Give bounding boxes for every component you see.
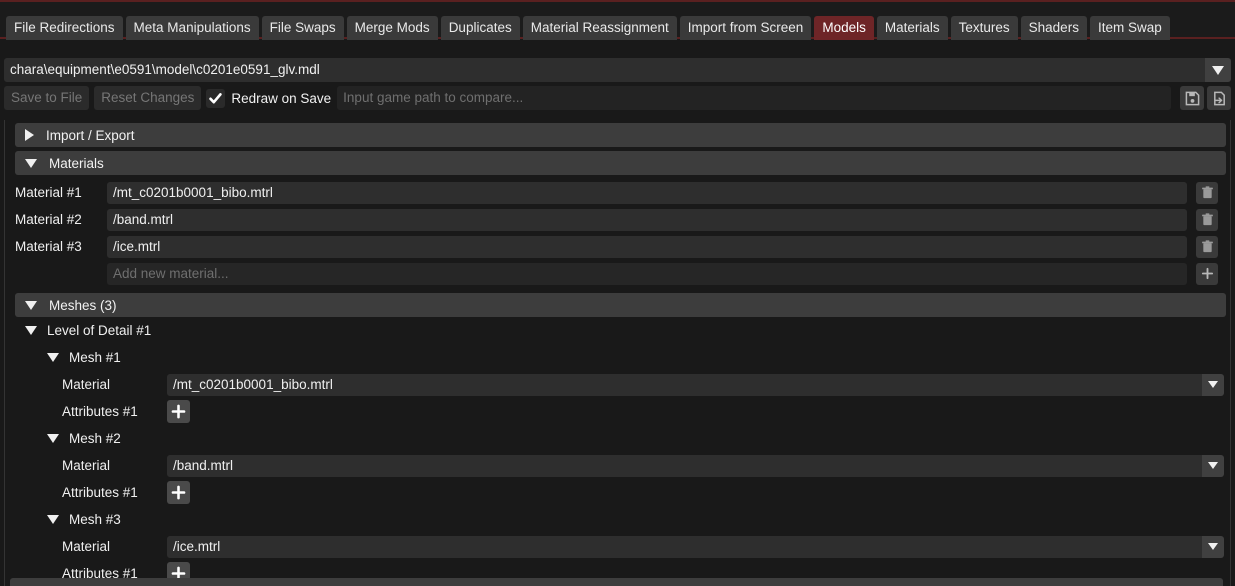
tab-material-reassignment[interactable]: Material Reassignment — [522, 16, 677, 40]
trash-icon — [1201, 213, 1213, 226]
material-delete-button[interactable] — [1196, 235, 1218, 258]
tree-node-mesh[interactable]: Mesh #3 — [5, 506, 1230, 533]
tab-meta-manipulations[interactable]: Meta Manipulations — [125, 16, 259, 40]
chevron-down-icon — [1212, 65, 1224, 75]
mesh-label: Mesh #2 — [69, 431, 121, 446]
add-material-input[interactable]: Add new material... — [107, 262, 1187, 285]
chevron-down-icon — [25, 326, 37, 335]
plus-icon — [171, 404, 186, 419]
chevron-down-glyph — [1208, 543, 1218, 550]
path-dropdown-button[interactable] — [1205, 58, 1231, 82]
tab-import-from-screen[interactable]: Import from Screen — [679, 16, 812, 40]
reset-changes-button[interactable]: Reset Changes — [94, 86, 202, 110]
chevron-down-icon — [25, 300, 37, 310]
tab-textures[interactable]: Textures — [950, 16, 1018, 40]
tab-models[interactable]: Models — [814, 16, 874, 40]
redraw-on-save-label: Redraw on Save — [231, 90, 332, 106]
next-section-header-partial[interactable] — [10, 578, 1223, 586]
chevron-down-icon[interactable] — [1202, 373, 1224, 396]
mesh-attributes-label: Attributes #1 — [62, 404, 138, 419]
chevron-down-glyph — [1208, 462, 1218, 469]
chevron-down-icon[interactable] — [1202, 454, 1224, 477]
material-path-input[interactable]: /ice.mtrl — [107, 235, 1187, 258]
section-label-meshes: Meshes (3) — [49, 297, 117, 313]
plus-icon — [171, 485, 186, 500]
mesh-material-label: Material — [62, 377, 111, 392]
add-attribute-button[interactable] — [167, 481, 190, 504]
section-label-materials: Materials — [49, 155, 104, 171]
chevron-down-glyph — [1208, 381, 1218, 388]
section-header-import-export[interactable]: Import / Export — [15, 123, 1226, 147]
check-icon — [209, 92, 223, 103]
section-header-meshes[interactable]: Meshes (3) — [15, 293, 1226, 317]
plus-icon — [1201, 267, 1213, 280]
material-path-input[interactable]: /mt_c0201b0001_bibo.mtrl — [107, 181, 1187, 204]
material-path-input[interactable]: /band.mtrl — [107, 208, 1187, 231]
mesh-material-label: Material — [62, 539, 111, 554]
mesh-material-row: Material /ice.mtrl — [5, 533, 1230, 560]
chevron-down-icon — [47, 515, 59, 524]
add-material-row: Add new material... — [5, 260, 1230, 287]
trash-icon — [1201, 186, 1213, 199]
chevron-down-icon — [25, 158, 37, 168]
file-import-icon — [1213, 91, 1225, 105]
mesh-material-combo[interactable]: /mt_c0201b0001_bibo.mtrl — [167, 373, 1224, 396]
action-toolbar: Save to File Reset Changes Redraw on Sav… — [4, 86, 1231, 110]
save-icon-button[interactable] — [1180, 86, 1204, 110]
mesh-attributes-row: Attributes #1 — [5, 479, 1230, 506]
trash-icon — [1201, 240, 1213, 253]
floppy-disk-icon — [1185, 91, 1199, 105]
mesh-material-row: Material /band.mtrl — [5, 452, 1230, 479]
tree-node-lod[interactable]: Level of Detail #1 — [5, 317, 1230, 344]
mesh-attributes-label: Attributes #1 — [62, 485, 138, 500]
mesh-material-value: /mt_c0201b0001_bibo.mtrl — [167, 373, 1202, 396]
mesh-material-label: Material — [62, 458, 111, 473]
section-header-materials[interactable]: Materials — [15, 151, 1226, 175]
section-label-import-export: Import / Export — [46, 127, 135, 143]
save-to-file-button[interactable]: Save to File — [4, 86, 90, 110]
chevron-down-icon[interactable] — [1202, 535, 1224, 558]
lod-label: Level of Detail #1 — [47, 323, 152, 338]
chevron-down-icon — [47, 434, 59, 443]
tab-file-swaps[interactable]: File Swaps — [261, 16, 344, 40]
tree-node-mesh[interactable]: Mesh #2 — [5, 425, 1230, 452]
material-row-label: Material #2 — [15, 212, 82, 227]
tab-shaders[interactable]: Shaders — [1020, 16, 1087, 40]
model-editor-panel: Import / Export Materials Material #1 /m… — [4, 120, 1231, 586]
tab-file-redirections[interactable]: File Redirections — [6, 16, 123, 40]
chevron-right-icon — [25, 129, 34, 141]
mesh-label: Mesh #1 — [69, 350, 121, 365]
checkbox-box — [206, 88, 226, 108]
path-bar: chara\equipment\e0591\model\c0201e0591_g… — [4, 58, 1231, 82]
mesh-label: Mesh #3 — [69, 512, 121, 527]
material-delete-button[interactable] — [1196, 208, 1218, 231]
chevron-down-icon — [47, 353, 59, 362]
material-row-label: Material #3 — [15, 239, 82, 254]
tab-merge-mods[interactable]: Merge Mods — [346, 16, 438, 40]
add-attribute-button[interactable] — [167, 400, 190, 423]
model-path-input[interactable]: chara\equipment\e0591\model\c0201e0591_g… — [4, 58, 1205, 82]
tab-item-swap[interactable]: Item Swap — [1089, 16, 1170, 40]
mesh-material-value: /band.mtrl — [167, 454, 1202, 477]
redraw-on-save-checkbox[interactable]: Redraw on Save — [206, 88, 332, 108]
mesh-material-value: /ice.mtrl — [167, 535, 1202, 558]
add-material-button[interactable] — [1196, 262, 1218, 285]
tab-duplicates[interactable]: Duplicates — [440, 16, 520, 40]
tab-materials[interactable]: Materials — [876, 16, 948, 40]
compare-path-input[interactable]: Input game path to compare... — [337, 86, 1171, 110]
material-row-label: Material #1 — [15, 185, 82, 200]
tree-node-mesh[interactable]: Mesh #1 — [5, 344, 1230, 371]
material-row: Material #3 /ice.mtrl — [5, 233, 1230, 260]
material-row: Material #1 /mt_c0201b0001_bibo.mtrl — [5, 179, 1230, 206]
tab-bar: File Redirections Meta Manipulations Fil… — [0, 0, 1235, 40]
mesh-material-combo[interactable]: /band.mtrl — [167, 454, 1224, 477]
mesh-material-row: Material /mt_c0201b0001_bibo.mtrl — [5, 371, 1230, 398]
import-icon-button[interactable] — [1207, 86, 1231, 110]
material-delete-button[interactable] — [1196, 181, 1218, 204]
material-row: Material #2 /band.mtrl — [5, 206, 1230, 233]
mesh-attributes-row: Attributes #1 — [5, 398, 1230, 425]
mesh-material-combo[interactable]: /ice.mtrl — [167, 535, 1224, 558]
